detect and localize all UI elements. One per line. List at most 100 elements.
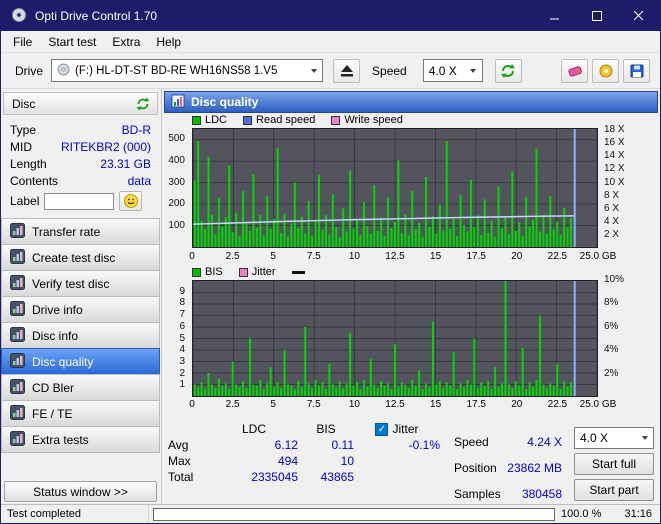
- axis-tick-label: 8: [179, 297, 185, 309]
- start-part-button[interactable]: Start part: [574, 479, 654, 501]
- refresh-disc-button[interactable]: [132, 94, 154, 113]
- nav-drive-info[interactable]: Drive info: [1, 296, 160, 323]
- legend-label: LDC: [205, 114, 228, 126]
- nav-label: Create test disc: [32, 250, 116, 265]
- nav-disc-quality[interactable]: Disc quality: [1, 348, 160, 375]
- speed-select-arrow[interactable]: [465, 60, 482, 81]
- save-button[interactable]: [623, 58, 650, 83]
- menu-start-test[interactable]: Start test: [40, 32, 104, 52]
- legend-label: Read speed: [256, 114, 316, 126]
- legend-swatch: [192, 267, 201, 277]
- erase-disc-button[interactable]: [561, 58, 588, 83]
- axis-tick-label: 25.0 GB: [579, 251, 617, 262]
- test-speed-select[interactable]: 4.0 X: [574, 427, 654, 449]
- axis-tick-label: 12.5: [385, 251, 405, 262]
- axis-tick-label: 25.0 GB: [579, 399, 617, 410]
- status-window-button[interactable]: Status window >>: [4, 481, 157, 502]
- axis-tick-label: 10 X: [604, 176, 625, 188]
- cd-bler-icon: [10, 378, 25, 397]
- start-full-button[interactable]: Start full: [574, 453, 654, 475]
- legend-read-speed: Read speed: [243, 114, 315, 126]
- stats-row-avg: Avg 6.12 0.11 -0.1%: [168, 437, 440, 453]
- menu-file[interactable]: File: [5, 32, 40, 52]
- app-icon: [11, 7, 27, 26]
- disc-info-value: 23.31 GB: [100, 156, 151, 171]
- stats-row-label: Max: [168, 454, 191, 468]
- disc-info-icon: [10, 326, 25, 345]
- axis-tick-label: 2.5: [225, 251, 240, 262]
- maximize-button[interactable]: [576, 1, 618, 31]
- jitter-header-label: Jitter: [392, 422, 419, 436]
- disc-quality-icon: [10, 352, 25, 371]
- legend-write-speed: Write speed: [331, 114, 403, 126]
- nav-buttons: Transfer rate Create test disc Verify test…: [1, 218, 160, 453]
- label-input[interactable]: [44, 192, 115, 210]
- disc-quality-icon: [171, 94, 185, 111]
- legend-swatch: [331, 115, 341, 125]
- axis-tick-label: 10%: [604, 274, 625, 285]
- axis-tick-label: 10: [348, 399, 360, 410]
- caption-buttons: [534, 1, 660, 31]
- drive-info-icon: [10, 300, 25, 319]
- axis-tick-label: 1: [179, 379, 185, 391]
- nav-extra-tests[interactable]: Extra tests: [1, 426, 160, 453]
- jitter-checkbox[interactable]: ✓: [375, 422, 389, 436]
- bis-y-axis-left: 987654321: [162, 280, 189, 397]
- eject-button[interactable]: [333, 58, 361, 83]
- test-speed-arrow[interactable]: [636, 428, 653, 448]
- axis-tick-label: 9: [179, 285, 185, 297]
- nav-disc-info[interactable]: Disc info: [1, 322, 160, 349]
- label-edit-button[interactable]: [119, 191, 143, 211]
- ldc-y-axis-right: 18 X 16 X 14 X 12 X 10 X8 X6 X4 X2 X: [600, 124, 660, 248]
- axis-tick-label: 6 X: [604, 202, 620, 214]
- speed-select-value: 4.0 X: [428, 63, 457, 78]
- axis-tick-label: 2%: [604, 367, 619, 379]
- disc-info-label: Contents: [10, 173, 59, 188]
- position-stat-value: 23862 MB: [507, 461, 562, 475]
- stats-ldc-value: 6.12: [274, 438, 298, 452]
- drive-select-arrow[interactable]: [305, 60, 322, 81]
- menu-extra[interactable]: Extra: [104, 32, 148, 52]
- smiley-icon: [123, 194, 138, 208]
- nav-create-test-disc[interactable]: Create test disc: [1, 244, 160, 271]
- settings-button[interactable]: [592, 58, 619, 83]
- axis-tick-label: 100: [168, 220, 185, 232]
- nav-verify-test-disc[interactable]: Verify test disc: [1, 270, 160, 297]
- nav-label: FE / TE: [32, 406, 73, 421]
- test-speed-value: 4.0 X: [580, 431, 609, 445]
- axis-tick-label: 200: [168, 198, 185, 210]
- position-stat-label: Position: [454, 461, 497, 475]
- disc-info-value: data: [127, 173, 151, 188]
- axis-tick-label: 5: [270, 251, 276, 262]
- minimize-button[interactable]: [534, 1, 576, 31]
- nav-fe-te[interactable]: FE / TE: [1, 400, 160, 427]
- stats-row-total: Total 2335045 43865: [168, 469, 440, 485]
- bis-chart-svg: [193, 281, 597, 396]
- drive-label: Drive: [15, 63, 44, 78]
- axis-tick-label: 18 X: [604, 124, 625, 136]
- stats-table: LDC BIS ✓ Jitter Avg 6.12 0.11 -0.1% Max 494 10 Tot…: [168, 421, 440, 485]
- legend-line-sample: [291, 270, 309, 274]
- axis-tick-label: 16 X: [604, 137, 625, 149]
- axis-tick-label: 5: [270, 399, 276, 410]
- axis-tick-label: 8%: [604, 297, 619, 309]
- drive-select[interactable]: (F:) HL-DT-ST BD-RE WH16NS58 1.V5: [51, 59, 324, 82]
- axis-tick-label: 17.5: [466, 399, 486, 410]
- axis-tick-label: 5: [179, 332, 185, 344]
- disc-info-row: Length 23.31 GB: [1, 155, 160, 172]
- refresh-button[interactable]: [494, 58, 522, 83]
- disc-info-label: Type: [10, 122, 37, 137]
- nav-label: Disc quality: [32, 354, 94, 369]
- disc-info-list: Type BD-R MID RITEKBR2 (000) Length 23.31 GB C…: [1, 121, 160, 189]
- close-button[interactable]: [618, 1, 660, 31]
- nav-transfer-rate[interactable]: Transfer rate: [1, 218, 160, 245]
- speed-select[interactable]: 4.0 X: [422, 59, 483, 82]
- ldc-chart-legend: LDC Read speed Write speed: [192, 113, 403, 127]
- axis-tick-label: 8 X: [604, 189, 620, 201]
- axis-tick-label: 6: [179, 320, 185, 332]
- bis-x-axis: 0 2.5 5 7.5 10 12.5 15 17.5 20 22.5 25.0 GB: [189, 399, 616, 411]
- menu-help[interactable]: Help: [148, 32, 189, 52]
- disc-panel-title: Disc: [12, 96, 36, 111]
- samples-stat-value: 380458: [521, 487, 562, 501]
- nav-cd-bler[interactable]: CD Bler: [1, 374, 160, 401]
